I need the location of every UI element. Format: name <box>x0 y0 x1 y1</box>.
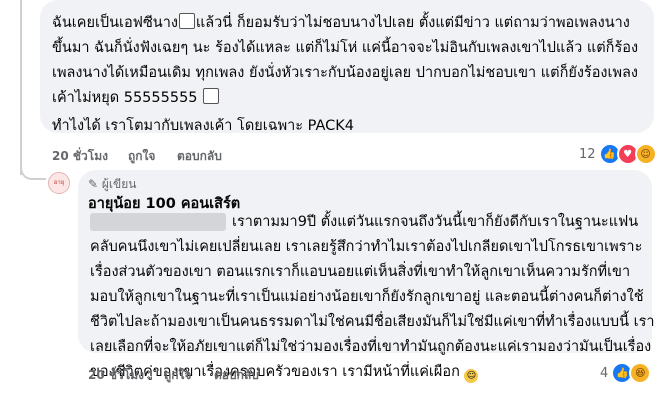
unsupported-glyph-icon <box>178 13 195 29</box>
author-name[interactable]: อายุน้อย 100 คอนเสิร์ต <box>88 192 240 215</box>
comment-text-line: เค้าไม่หยุด 55555555 <box>52 88 220 108</box>
reaction-count: 12 <box>579 146 596 162</box>
reply-text-line: เรื่องส่วนตัวของเขา ตอนแรกเราก็แอบนอยแต่… <box>90 264 631 280</box>
comment-text-line: ฉันเคยเป็นเอฟซีนาง แล้วนี่ ก็ยอมรับว่าไม่… <box>52 13 630 31</box>
reply-text-line: เราตามมา9ปี ตั้งแต่วันแรกจนถึงวันนี้เขาก… <box>232 214 639 230</box>
redacted-mention <box>90 213 226 231</box>
comment-text-line: ขึ้นมา ฉันก็นั่งฟังเฉยๆ นะ ร้องได้แหละ แ… <box>52 40 639 56</box>
avatar[interactable]: อายุน้อย <box>48 172 70 194</box>
unsupported-glyph-icon <box>203 88 220 104</box>
smile-emoji-icon: ☺ <box>464 369 479 383</box>
reply-like-button[interactable]: ถูกใจ <box>164 366 191 385</box>
comment-text-line: เพลงนางได้เหมือนเดิม ทุกเพลง ยังนั่งหัวเ… <box>52 65 638 81</box>
haha-icon: 😆 <box>629 362 652 384</box>
reply-time[interactable]: 20 ชั่วโมง <box>88 366 144 385</box>
comment-text-line: ทำไงได้ เราโตมากับเพลงเค้า โดยเฉพาะ PACK… <box>52 118 355 134</box>
comment-time[interactable]: 20 ชั่วโมง <box>52 147 108 166</box>
reply-text-line: คลับคนนึงเขาไม่เคยเปลี่ยนเลย เราเลยรู้สึ… <box>90 239 643 255</box>
reply-reaction-summary[interactable]: 4 👍 😆 <box>600 362 652 384</box>
reply-text-line: ชีวิตไปละถ้ามองเขาเป็นคนธรรมดาไม่ใช่คนมี… <box>90 314 655 330</box>
like-button[interactable]: ถูกใจ <box>128 147 155 166</box>
reaction-summary[interactable]: 12 👍 ♥ ☺ <box>579 143 657 165</box>
care-icon: ☺ <box>634 143 657 165</box>
reply-reaction-count: 4 <box>600 365 609 381</box>
reply-button[interactable]: ตอบกลับ <box>177 147 222 166</box>
thread-line <box>20 0 22 175</box>
thread-connector <box>20 150 46 180</box>
reply-text-line: เลยเลือกที่จะให้อภัยเขาแต่ก็ไม่ใช่ว่ามอง… <box>90 339 652 355</box>
reply-reply-button[interactable]: ตอบกลับ <box>214 366 259 385</box>
reply-text-line: ของชีวิตคู่ของเขาเรื่องครอบครัวของเรา เร… <box>90 362 479 383</box>
reply-text-line: มอบให้ลูกเขาในฐานะที่เราเป็นแม่อย่างน้อย… <box>90 289 644 305</box>
